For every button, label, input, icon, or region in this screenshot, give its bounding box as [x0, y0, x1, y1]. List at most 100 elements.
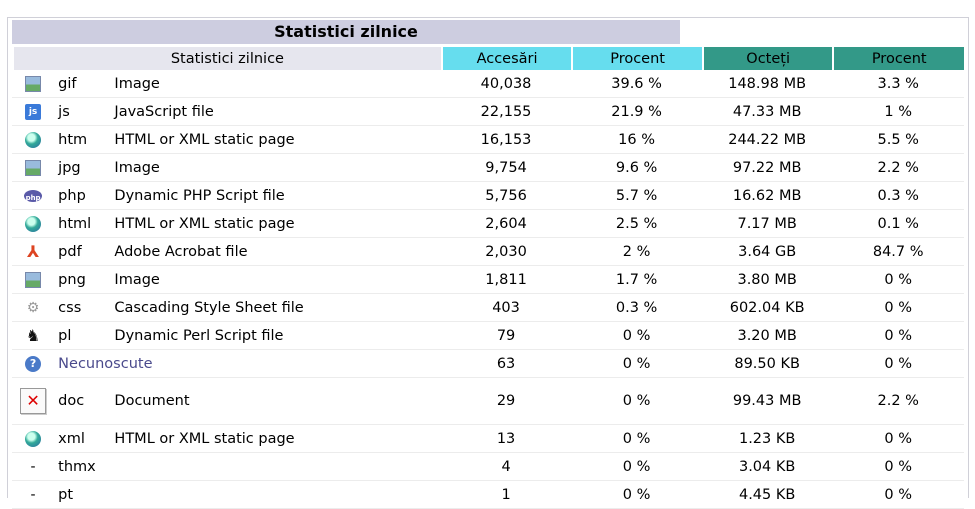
- row-description: HTML or XML static page: [114, 126, 441, 154]
- row-extension: php: [54, 182, 115, 210]
- row-hits: 1: [440, 481, 572, 509]
- row-bytes-percent: 0.1 %: [832, 210, 964, 238]
- table-row: ⚙ css Cascading Style Sheet file 403 0.3 % 6…: [12, 294, 964, 322]
- row-extension: gif: [54, 70, 115, 98]
- row-hits-percent: 0 %: [571, 453, 702, 481]
- row-bytes-percent: 0 %: [832, 425, 964, 453]
- row-hits-percent: 5.7 %: [571, 182, 702, 210]
- row-bytes-percent: 5.5 %: [832, 126, 964, 154]
- globe-icon: [25, 430, 42, 447]
- css-file-icon: ⚙: [26, 299, 40, 316]
- row-description: Dynamic PHP Script file: [114, 182, 441, 210]
- row-description: Image: [114, 266, 441, 294]
- row-bytes-percent: 2.2 %: [832, 378, 964, 425]
- row-icon-cell: [12, 266, 55, 294]
- row-hits-percent: 0 %: [571, 350, 702, 378]
- table-row: php php Dynamic PHP Script file 5,756 5.7 %…: [12, 182, 964, 210]
- table-row: ⅄ pdf Adobe Acrobat file 2,030 2 % 3.64 GB 84…: [12, 238, 964, 266]
- row-bytes-percent: 0 %: [832, 481, 964, 509]
- perl-camel-icon: ♞: [25, 325, 41, 345]
- row-description: JavaScript file: [114, 98, 441, 126]
- row-icon-cell: ♞: [12, 322, 55, 350]
- row-hits: 4: [440, 453, 572, 481]
- row-bytes: 602.04 KB: [701, 294, 833, 322]
- row-extension: js: [54, 98, 115, 126]
- table-row: html HTML or XML static page 2,604 2.5 % 7.…: [12, 210, 964, 238]
- row-bytes: 7.17 MB: [701, 210, 833, 238]
- row-bytes: 89.50 KB: [701, 350, 833, 378]
- row-bytes-percent: 0 %: [832, 294, 964, 322]
- row-icon-cell: ✕: [12, 378, 55, 425]
- row-hits: 29: [440, 378, 572, 425]
- row-bytes-percent: 0 %: [832, 453, 964, 481]
- header-bytes-percent: Procent: [832, 47, 964, 70]
- row-icon-cell: [12, 425, 55, 453]
- row-hits-percent: 0 %: [571, 322, 702, 350]
- row-extension: css: [54, 294, 115, 322]
- row-icon-cell: ?: [12, 350, 55, 378]
- row-description: Document: [114, 378, 441, 425]
- table-row: ♞ pl Dynamic Perl Script file 79 0 % 3.20 MB…: [12, 322, 964, 350]
- row-hits-percent: 39.6 %: [571, 70, 702, 98]
- row-icon-cell: [12, 126, 55, 154]
- table-row: - pt 10 % 4.45 KB 0 %: [12, 481, 964, 509]
- row-hits: 16,153: [440, 126, 572, 154]
- row-bytes: 3.20 MB: [701, 322, 833, 350]
- row-hits: 63: [440, 350, 572, 378]
- row-bytes: 244.22 MB: [701, 126, 833, 154]
- row-description: Dynamic Perl Script file: [114, 322, 441, 350]
- table-row: js js JavaScript file 22,155 21.9 % 47.33 MB…: [12, 98, 964, 126]
- table-row: jpg Image 9,754 9.6 % 97.22 MB 2.2 %: [12, 154, 964, 182]
- table-row: ? Necunoscute 63 0 % 89.50 KB 0 %: [12, 350, 964, 378]
- row-extension: png: [54, 266, 115, 294]
- row-bytes-percent: 0 %: [832, 266, 964, 294]
- row-bytes-percent: 84.7 %: [832, 238, 964, 266]
- row-bytes: 148.98 MB: [701, 70, 833, 98]
- row-icon-cell: [12, 70, 55, 98]
- row-icon-cell: [12, 154, 55, 182]
- row-extension: thmx: [54, 453, 115, 481]
- row-hits: 13: [440, 425, 572, 453]
- row-bytes: 1.23 KB: [701, 425, 833, 453]
- row-hits-percent: 0.3 %: [571, 294, 702, 322]
- row-icon-cell: -: [12, 481, 55, 509]
- row-hits: 1,811: [440, 266, 572, 294]
- row-bytes: 47.33 MB: [701, 98, 833, 126]
- header-bytes: Octeți: [701, 47, 833, 70]
- row-extension: html: [54, 210, 115, 238]
- row-bytes: 99.43 MB: [701, 378, 833, 425]
- dash-icon: -: [30, 486, 36, 503]
- table-row: gif Image 40,038 39.6 % 148.98 MB 3.3 %: [12, 70, 964, 98]
- globe-icon: [25, 131, 42, 148]
- header-label: Statistici zilnice: [12, 47, 441, 70]
- table-row: htm HTML or XML static page 16,153 16 % 244…: [12, 126, 964, 154]
- broken-image-icon: ✕: [20, 388, 47, 414]
- row-bytes-percent: 1 %: [832, 98, 964, 126]
- row-bytes-percent: 3.3 %: [832, 70, 964, 98]
- row-description: Image: [114, 70, 441, 98]
- row-hits-percent: 1.7 %: [571, 266, 702, 294]
- row-extension: jpg: [54, 154, 115, 182]
- javascript-file-icon: js: [25, 103, 42, 120]
- row-extension: htm: [54, 126, 115, 154]
- row-icon-cell: -: [12, 453, 55, 481]
- row-hits: 2,604: [440, 210, 572, 238]
- row-hits: 5,756: [440, 182, 572, 210]
- row-description[interactable]: Necunoscute: [54, 350, 441, 378]
- row-description: HTML or XML static page: [114, 425, 441, 453]
- row-hits-percent: 9.6 %: [571, 154, 702, 182]
- header-hits-percent: Procent: [571, 47, 702, 70]
- row-icon-cell: php: [12, 182, 55, 210]
- row-description: [114, 481, 441, 509]
- row-description: Adobe Acrobat file: [114, 238, 441, 266]
- row-hits: 2,030: [440, 238, 572, 266]
- image-icon: [25, 159, 42, 176]
- row-hits: 40,038: [440, 70, 572, 98]
- row-bytes: 4.45 KB: [701, 481, 833, 509]
- globe-icon: [25, 215, 42, 232]
- row-extension: pl: [54, 322, 115, 350]
- row-icon-cell: ⅄: [12, 238, 55, 266]
- row-description: HTML or XML static page: [114, 210, 441, 238]
- pdf-icon: ⅄: [26, 241, 40, 261]
- row-hits-percent: 2 %: [571, 238, 702, 266]
